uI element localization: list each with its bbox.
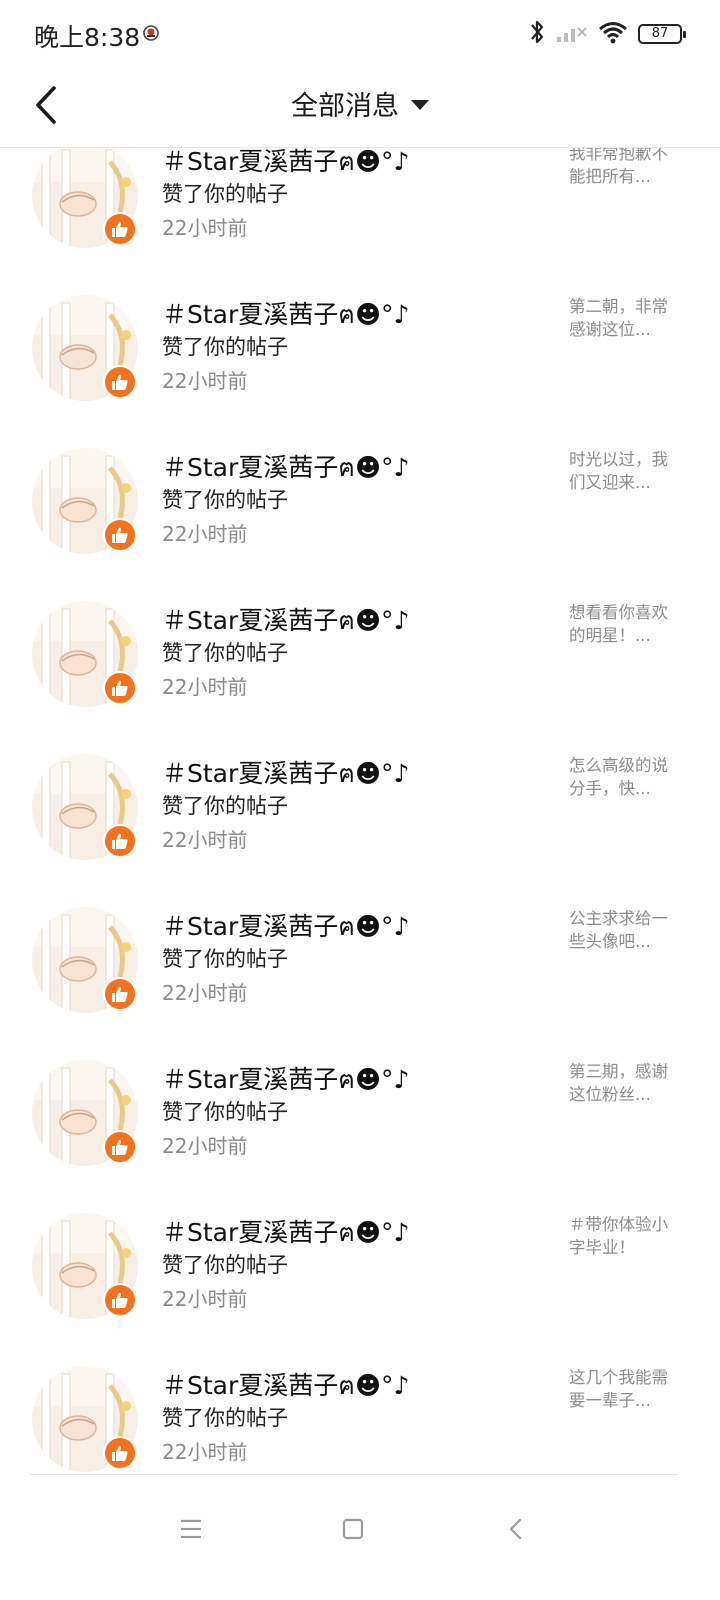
wifi-icon xyxy=(598,20,628,48)
thumbs-up-icon xyxy=(103,1283,137,1317)
timestamp: 22小时前 xyxy=(162,1287,248,1311)
action-text: 赞了你的帖子 xyxy=(162,947,288,971)
timestamp: 22小时前 xyxy=(162,828,248,852)
username[interactable]: ＃Star夏溪茜子ฅ☻°♪ xyxy=(162,1366,410,1406)
back-triangle-icon xyxy=(509,1518,522,1540)
action-text: 赞了你的帖子 xyxy=(162,794,288,818)
status-bar: 晚上8:38 87 xyxy=(0,0,720,68)
list-item[interactable]: ＃Star夏溪茜子ฅ☻°♪ 赞了你的帖子 22小时前 ＃带你体验小字毕业！ xyxy=(0,1213,720,1366)
timestamp: 22小时前 xyxy=(162,522,248,546)
timestamp: 22小时前 xyxy=(162,369,248,393)
timestamp: 22小时前 xyxy=(162,216,248,240)
thumbs-up-icon xyxy=(103,518,137,552)
username[interactable]: ＃Star夏溪茜子ฅ☻°♪ xyxy=(162,1060,410,1100)
menu-button[interactable] xyxy=(169,1507,213,1551)
thumbs-up-icon xyxy=(103,365,137,399)
timestamp: 22小时前 xyxy=(162,1440,248,1464)
header: 全部消息 xyxy=(0,68,720,148)
battery-icon: 87 xyxy=(638,24,686,44)
list-item[interactable]: ＃Star夏溪茜子ฅ☻°♪ 赞了你的帖子 22小时前 公主求求给一些头像吧... xyxy=(0,907,720,1060)
thumbs-up-icon xyxy=(103,671,137,705)
bluetooth-icon xyxy=(528,18,546,50)
username[interactable]: ＃Star夏溪茜子ฅ☻°♪ xyxy=(162,1213,410,1253)
thumbs-up-icon xyxy=(103,212,137,246)
filter-dropdown[interactable]: 全部消息 xyxy=(291,84,429,123)
signal-icon xyxy=(556,20,588,48)
caret-down-icon xyxy=(411,99,429,110)
action-text: 赞了你的帖子 xyxy=(162,1406,288,1430)
thumbs-up-icon xyxy=(103,1130,137,1164)
status-time: 晚上8:38 xyxy=(34,23,141,52)
username[interactable]: ＃Star夏溪茜子ฅ☻°♪ xyxy=(162,448,410,488)
username[interactable]: ＃Star夏溪茜子ฅ☻°♪ xyxy=(162,295,410,335)
action-text: 赞了你的帖子 xyxy=(162,335,288,359)
thumbs-up-icon xyxy=(103,1436,137,1470)
action-text: 赞了你的帖子 xyxy=(162,641,288,665)
action-text: 赞了你的帖子 xyxy=(162,488,288,512)
home-square-icon xyxy=(342,1518,364,1540)
username[interactable]: ＃Star夏溪茜子ฅ☻°♪ xyxy=(162,907,410,947)
post-preview[interactable]: 我非常抱歉不能把所有... xyxy=(569,148,681,188)
post-preview[interactable]: ＃带你体验小字毕业！ xyxy=(569,1213,681,1259)
thumbs-up-icon xyxy=(103,824,137,858)
post-preview[interactable]: 怎么高级的说分手，快... xyxy=(569,754,681,800)
action-text: 赞了你的帖子 xyxy=(162,182,288,206)
notification-icon xyxy=(142,24,160,42)
username[interactable]: ＃Star夏溪茜子ฅ☻°♪ xyxy=(162,601,410,641)
timestamp: 22小时前 xyxy=(162,981,248,1005)
notification-list[interactable]: ＃Star夏溪茜子ฅ☻°♪ 赞了你的帖子 22小时前 我非常抱歉不能把所有... ＃St… xyxy=(0,148,720,1474)
list-item[interactable]: ＃Star夏溪茜子ฅ☻°♪ 赞了你的帖子 22小时前 这几个我能需要一辈子... xyxy=(0,1366,720,1474)
post-preview[interactable]: 第二朝，非常感谢这位... xyxy=(569,295,681,341)
timestamp: 22小时前 xyxy=(162,675,248,699)
page-title: 全部消息 xyxy=(291,91,399,122)
username[interactable]: ＃Star夏溪茜子ฅ☻°♪ xyxy=(162,754,410,794)
status-icons: 87 xyxy=(528,18,686,50)
list-item[interactable]: ＃Star夏溪茜子ฅ☻°♪ 赞了你的帖子 22小时前 想看看你喜欢的明星！... xyxy=(0,601,720,754)
list-item[interactable]: ＃Star夏溪茜子ฅ☻°♪ 赞了你的帖子 22小时前 第三期，感谢这位粉丝... xyxy=(0,1060,720,1213)
post-preview[interactable]: 公主求求给一些头像吧... xyxy=(569,907,681,953)
post-preview[interactable]: 想看看你喜欢的明星！... xyxy=(569,601,681,647)
menu-icon xyxy=(181,1519,201,1539)
action-text: 赞了你的帖子 xyxy=(162,1253,288,1277)
post-preview[interactable]: 第三期，感谢这位粉丝... xyxy=(569,1060,681,1106)
thumbs-up-icon xyxy=(103,977,137,1011)
post-preview[interactable]: 时光以过，我们又迎来... xyxy=(569,448,681,494)
list-item[interactable]: ＃Star夏溪茜子ฅ☻°♪ 赞了你的帖子 22小时前 怎么高级的说分手，快... xyxy=(0,754,720,907)
list-item[interactable]: ＃Star夏溪茜子ฅ☻°♪ 赞了你的帖子 22小时前 第二朝，非常感谢这位... xyxy=(0,295,720,448)
username[interactable]: ＃Star夏溪茜子ฅ☻°♪ xyxy=(162,148,410,182)
action-text: 赞了你的帖子 xyxy=(162,1100,288,1124)
system-nav-bar xyxy=(0,1475,720,1600)
nav-back-button[interactable] xyxy=(494,1507,538,1551)
timestamp: 22小时前 xyxy=(162,1134,248,1158)
home-button[interactable] xyxy=(331,1507,375,1551)
post-preview[interactable]: 这几个我能需要一辈子... xyxy=(569,1366,681,1412)
list-item[interactable]: ＃Star夏溪茜子ฅ☻°♪ 赞了你的帖子 22小时前 我非常抱歉不能把所有... xyxy=(0,148,720,295)
list-item[interactable]: ＃Star夏溪茜子ฅ☻°♪ 赞了你的帖子 22小时前 时光以过，我们又迎来... xyxy=(0,448,720,601)
